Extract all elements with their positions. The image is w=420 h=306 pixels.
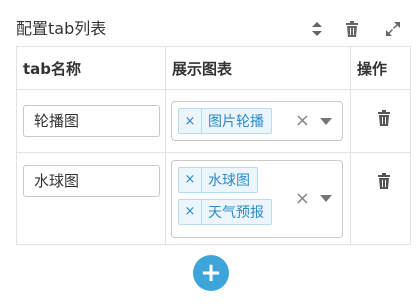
tag-remove-icon[interactable]: × [179, 167, 202, 192]
chart-tag-label: 水球图 [208, 172, 250, 189]
tab-config-table: tab名称 展示图表 操作 轮播图 × 图片轮播 × 水球图 × 水球图 × 天… [16, 46, 411, 245]
column-header-actions: 操作 [350, 46, 411, 90]
tag-remove-icon[interactable]: × [179, 199, 202, 224]
chart-tag: × 水球图 [178, 166, 258, 193]
column-header-charts: 展示图表 [165, 46, 351, 90]
delete-row-icon[interactable] [377, 110, 391, 130]
chart-tag-label: 天气预报 [208, 204, 264, 221]
chevron-down-icon[interactable] [320, 117, 332, 125]
chart-multiselect[interactable]: × 水球图 × 天气预报 × [171, 159, 343, 238]
sort-icon[interactable] [308, 20, 326, 38]
chart-tag: × 图片轮播 [178, 108, 272, 134]
chart-tag: × 天气预报 [178, 198, 272, 225]
chart-multiselect[interactable]: × 图片轮播 × [171, 101, 343, 141]
add-row-button[interactable]: + [193, 255, 229, 291]
expand-icon[interactable] [384, 20, 402, 38]
clear-selection-icon[interactable]: × [295, 112, 310, 130]
column-header-name: tab名称 [16, 46, 166, 90]
table-row: 轮播图 × 图片轮播 × [16, 89, 411, 153]
panel-title: 配置tab列表 [16, 19, 107, 38]
chevron-down-icon[interactable] [320, 195, 332, 202]
delete-row-icon[interactable] [377, 173, 391, 193]
delete-all-icon[interactable] [343, 20, 361, 38]
tab-name-input[interactable]: 轮播图 [23, 105, 160, 137]
tag-remove-icon[interactable]: × [179, 109, 202, 133]
table-row: 水球图 × 水球图 × 天气预报 × [16, 152, 411, 245]
chart-tag-label: 图片轮播 [208, 114, 264, 130]
clear-selection-icon[interactable]: × [295, 189, 310, 208]
tab-name-input[interactable]: 水球图 [23, 164, 160, 197]
